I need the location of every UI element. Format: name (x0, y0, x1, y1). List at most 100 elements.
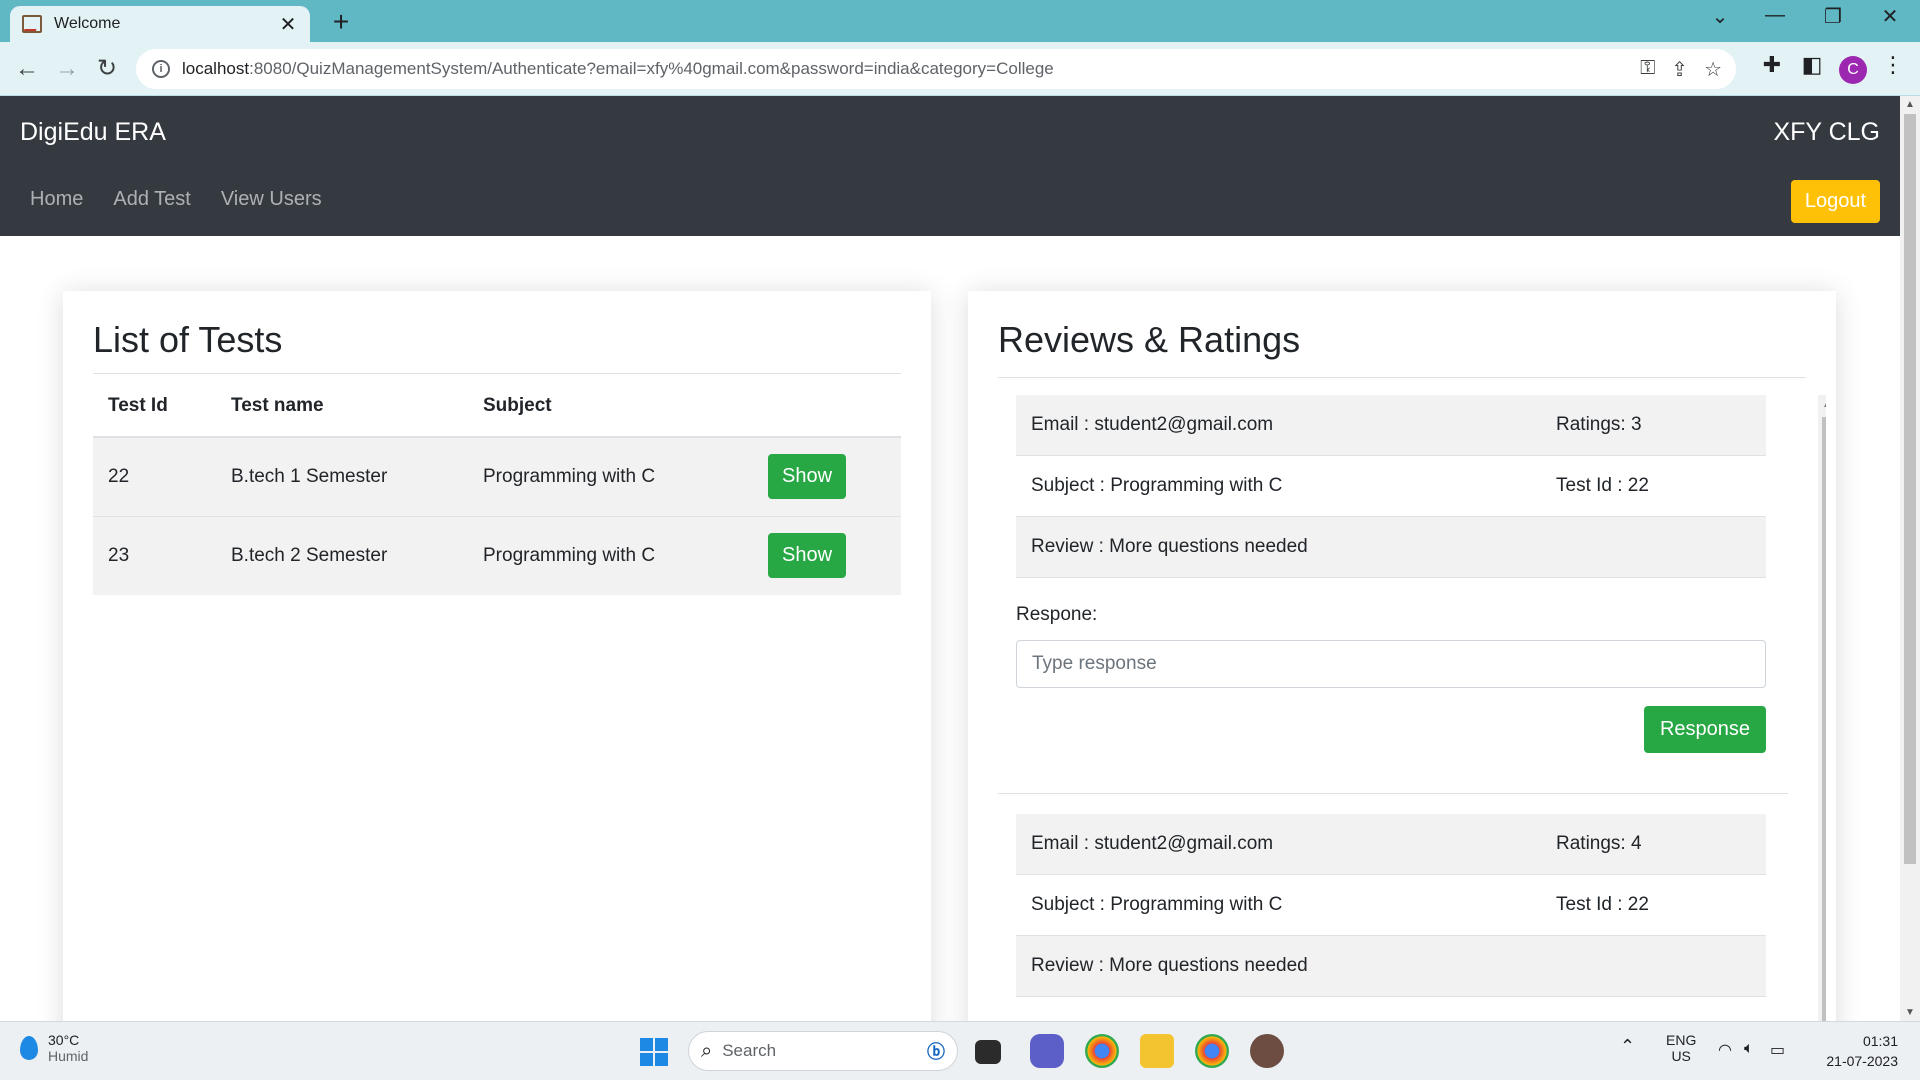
nav-links: Home Add Test View Users (20, 188, 322, 211)
divider (998, 377, 1806, 378)
response-label: Respone: (1016, 604, 1098, 625)
browser-toolbar: ← → ↻ i localhost:8080/QuizManagementSys… (0, 42, 1920, 96)
tests-title: List of Tests (93, 319, 283, 360)
key-icon[interactable]: ⚿ (1640, 57, 1655, 82)
scroll-up-icon[interactable]: ▲ (1822, 399, 1826, 410)
side-panel-icon[interactable]: ◧ (1795, 52, 1829, 78)
review-subject: Subject : Programming with C (1031, 894, 1283, 915)
region-code: US (1671, 1048, 1691, 1064)
start-icon[interactable] (640, 1038, 668, 1066)
page-scrollbar-thumb[interactable] (1904, 114, 1916, 864)
clock-time: 01:31 (1862, 1033, 1898, 1049)
battery-icon[interactable]: ▭ (1770, 1040, 1785, 1060)
cell-test-name: B.tech 2 Semester (216, 515, 468, 595)
cell-subject: Programming with C (468, 436, 753, 516)
new-tab-icon[interactable]: + (326, 6, 356, 38)
search-icon: ⌕ (701, 1039, 713, 1062)
clock[interactable]: 01:31 21-07-2023 (1826, 1031, 1898, 1071)
header-action (753, 375, 901, 438)
wifi-icon[interactable]: ◠ (1718, 1040, 1732, 1060)
share-icon[interactable]: ⇪ (1671, 57, 1688, 82)
response-input[interactable]: Type response (1016, 640, 1766, 688)
close-tab-icon[interactable]: ✕ (278, 12, 298, 37)
profile-avatar[interactable]: C (1839, 56, 1867, 84)
review-email-row: Email : student2@gmail.com Ratings: 3 (1016, 395, 1766, 456)
clock-date: 21-07-2023 (1826, 1053, 1898, 1069)
extensions-icon[interactable]: ✚ (1755, 52, 1789, 78)
nav-view-users-link[interactable]: View Users (211, 188, 322, 211)
site-info-icon[interactable]: i (152, 60, 170, 78)
back-icon[interactable]: ← (10, 52, 44, 86)
app-icon[interactable] (1250, 1034, 1284, 1068)
bing-icon[interactable]: ⓑ (927, 1038, 945, 1064)
review-subject-row: Subject : Programming with C Test Id : 2… (1016, 456, 1766, 517)
taskbar-search[interactable]: ⌕ Search ⓑ (688, 1031, 958, 1071)
table-row: 23 B.tech 2 Semester Programming with C … (93, 515, 901, 595)
college-name: XFY CLG (1773, 118, 1880, 146)
task-view-icon[interactable] (975, 1040, 1001, 1064)
url-path: :8080/QuizManagementSystem/Authenticate?… (249, 59, 1054, 78)
address-bar[interactable]: i localhost:8080/QuizManagementSystem/Au… (136, 49, 1736, 89)
chevron-up-icon[interactable]: ⌃ (1620, 1036, 1635, 1057)
taskbar: 30°C Humid ⌕ Search ⓑ ⌃ ENG US ◠ 🔈︎ ▭ 01… (0, 1021, 1920, 1080)
cell-subject: Programming with C (468, 515, 753, 595)
bookmark-star-icon[interactable]: ☆ (1704, 57, 1722, 82)
show-test-button[interactable]: Show (768, 454, 847, 500)
divider (93, 373, 901, 374)
restore-icon[interactable]: ❐ (1813, 4, 1853, 29)
web-page: DigiEdu ERA XFY CLG Home Add Test View U… (0, 96, 1900, 1021)
review-text-row: Review : More questions needed (1016, 517, 1766, 578)
menu-icon[interactable]: ⋮ (1876, 52, 1910, 78)
nav-home-link[interactable]: Home (20, 188, 83, 211)
reviews-scrollbar-thumb[interactable] (1822, 417, 1826, 1021)
review-rating: Ratings: 4 (1556, 833, 1642, 854)
reviews-list[interactable]: Email : student2@gmail.com Ratings: 3 Su… (998, 395, 1826, 1021)
brand-name[interactable]: DigiEdu ERA (20, 118, 166, 147)
cell-test-name: B.tech 1 Semester (216, 436, 468, 516)
weather-drop-icon (20, 1036, 38, 1060)
teams-chat-icon[interactable] (1030, 1034, 1064, 1068)
browser-tab[interactable]: Welcome ✕ (10, 6, 310, 42)
scroll-down-icon[interactable]: ▼ (1905, 1007, 1915, 1018)
weather-desc: Humid (48, 1048, 89, 1064)
chrome-icon[interactable] (1085, 1034, 1119, 1068)
taskbar-search-label: Search (722, 1041, 777, 1060)
logout-button[interactable]: Logout (1790, 180, 1880, 223)
tests-card: List of Tests Test Id Test name Subject … (63, 291, 931, 1021)
language-code: ENG (1666, 1032, 1697, 1048)
review-subject: Subject : Programming with C (1031, 475, 1283, 496)
review-rating: Ratings: 3 (1556, 414, 1642, 435)
show-test-button[interactable]: Show (768, 533, 847, 579)
reviews-scrollbar[interactable]: ▲ (1818, 395, 1826, 1021)
minimize-icon[interactable]: — (1755, 4, 1795, 27)
review-text: Review : More questions needed (1031, 536, 1308, 557)
tab-search-icon[interactable]: ⌄ (1700, 4, 1740, 29)
review-item: Email : student2@gmail.com Ratings: 4 Su… (1016, 814, 1766, 997)
favicon-icon (22, 15, 42, 33)
file-explorer-icon[interactable] (1140, 1034, 1174, 1068)
app-navbar: DigiEdu ERA XFY CLG Home Add Test View U… (0, 96, 1900, 236)
cell-test-id: 23 (93, 515, 216, 595)
volume-icon[interactable]: 🔈︎ (1744, 1040, 1754, 1058)
response-button[interactable]: Response (1643, 706, 1766, 753)
reviews-card: Reviews & Ratings Email : student2@gmail… (968, 291, 1836, 1021)
url-host: localhost (182, 59, 250, 78)
review-email: Email : student2@gmail.com (1031, 414, 1274, 435)
tab-strip: Welcome ✕ + ⌄ — ❐ ✕ (0, 0, 1920, 42)
header-test-name: Test name (216, 375, 468, 438)
forward-icon[interactable]: → (50, 52, 84, 86)
review-email: Email : student2@gmail.com (1031, 833, 1274, 854)
language-indicator[interactable]: ENG US (1666, 1032, 1696, 1064)
scroll-up-icon[interactable]: ▲ (1905, 99, 1915, 110)
chrome-profile-icon[interactable] (1195, 1034, 1229, 1068)
reload-icon[interactable]: ↻ (90, 52, 124, 86)
review-test-id: Test Id : 22 (1556, 475, 1649, 496)
nav-add-test-link[interactable]: Add Test (103, 188, 190, 211)
review-text: Review : More questions needed (1031, 955, 1308, 976)
review-test-id: Test Id : 22 (1556, 894, 1649, 915)
weather-widget[interactable]: 30°C Humid (20, 1032, 88, 1064)
tab-title: Welcome (54, 15, 121, 32)
divider (998, 793, 1788, 794)
page-scrollbar[interactable]: ▲ ▼ (1900, 96, 1920, 1021)
close-window-icon[interactable]: ✕ (1870, 4, 1910, 29)
